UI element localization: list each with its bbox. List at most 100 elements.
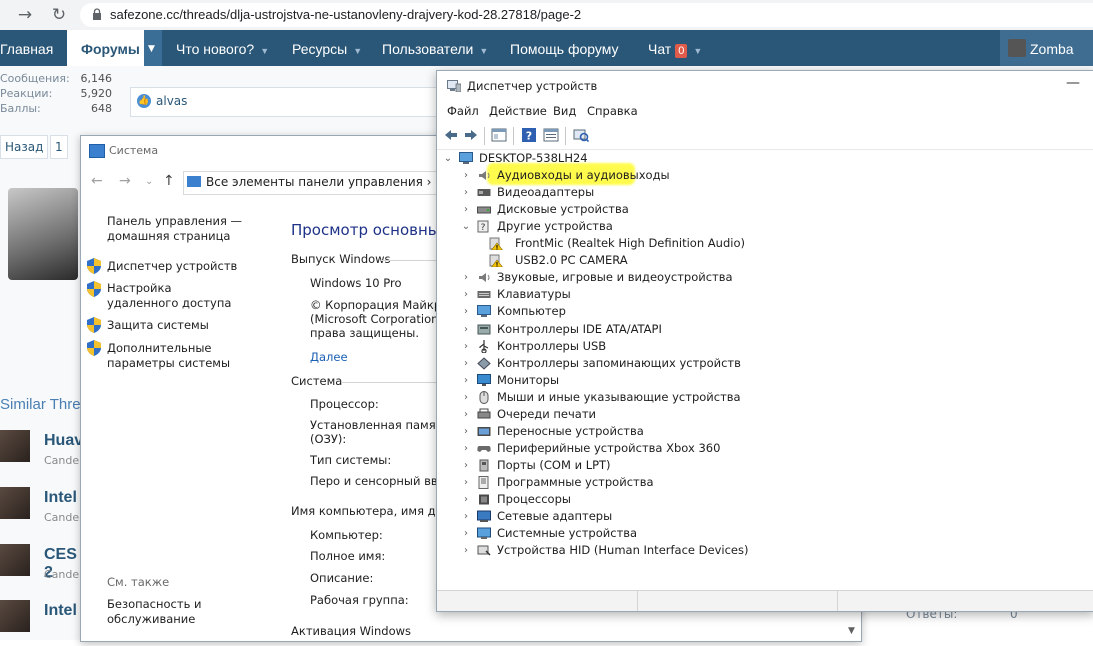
control-panel-icon bbox=[187, 176, 201, 187]
unknown-device-icon: ? bbox=[477, 220, 489, 233]
copyright-line: (Microsoft Corporation), bbox=[310, 312, 447, 326]
status-cell bbox=[637, 591, 838, 611]
menu-action[interactable]: Действие bbox=[489, 104, 547, 118]
nav-chat[interactable]: Чат 0 ▼ bbox=[648, 30, 702, 66]
chevron-right-icon[interactable]: › bbox=[461, 406, 471, 423]
chevron-right-icon[interactable]: › bbox=[461, 321, 471, 338]
window-title: Диспетчер устройств bbox=[467, 79, 598, 93]
pager-prev-button[interactable]: Назад bbox=[0, 135, 49, 159]
window-title: Система bbox=[109, 144, 159, 157]
nav-help[interactable]: Помощь форуму bbox=[510, 30, 619, 66]
control-panel-home-link[interactable]: Панель управления — домашняя страница bbox=[107, 214, 277, 244]
thread-title[interactable]: Intel bbox=[44, 489, 77, 507]
tree-label: Мониторы bbox=[497, 373, 560, 387]
address-bar[interactable]: safezone.cc/threads/dlja-ustrojstva-ne-u… bbox=[80, 3, 1093, 27]
back-arrow-icon[interactable]: ← bbox=[91, 173, 103, 189]
chevron-right-icon[interactable]: › bbox=[461, 167, 471, 184]
chevron-right-icon[interactable]: › bbox=[461, 372, 471, 389]
gamepad-icon bbox=[477, 446, 491, 452]
chevron-right-icon[interactable]: › bbox=[461, 508, 471, 525]
nav-members[interactable]: Пользователи ▼ bbox=[382, 30, 488, 66]
browser-forward-icon[interactable]: → bbox=[14, 4, 36, 26]
lock-icon bbox=[93, 8, 101, 20]
chevron-right-icon[interactable]: › bbox=[461, 491, 471, 508]
warning-device-icon: ! bbox=[489, 237, 503, 250]
scroll-down-icon[interactable]: ▼ bbox=[848, 626, 860, 640]
chevron-down-icon[interactable]: ⌄ bbox=[461, 218, 471, 235]
chevron-right-icon[interactable]: › bbox=[461, 525, 471, 542]
properties-view-icon[interactable] bbox=[491, 127, 507, 143]
divider bbox=[565, 127, 566, 145]
view-resources-icon[interactable] bbox=[543, 127, 559, 143]
similar-thread-item[interactable]: Huav Candel bbox=[0, 430, 83, 476]
sidebar-link-remote[interactable]: Настройка удаленного доступа bbox=[107, 281, 237, 311]
reaction-user-link[interactable]: alvas bbox=[156, 94, 187, 108]
chevron-right-icon[interactable]: › bbox=[461, 457, 471, 474]
chevron-right-icon[interactable]: › bbox=[461, 269, 471, 286]
chevron-right-icon[interactable]: › bbox=[461, 423, 471, 440]
see-also-security-link[interactable]: Безопасность и обслуживание bbox=[107, 597, 217, 627]
tree-label: Периферийные устройства Xbox 360 bbox=[497, 441, 721, 455]
similar-thread-item[interactable]: CES 2 Candel bbox=[0, 544, 82, 590]
chevron-right-icon[interactable]: › bbox=[461, 542, 471, 559]
chevron-right-icon[interactable]: › bbox=[461, 286, 471, 303]
chevron-right-icon[interactable]: › bbox=[461, 474, 471, 491]
menu-view[interactable]: Вид bbox=[553, 104, 576, 118]
menu-help[interactable]: Справка bbox=[587, 104, 638, 118]
help-icon[interactable]: ? bbox=[521, 127, 537, 143]
chevron-down-icon: ▼ bbox=[260, 46, 270, 56]
chevron-right-icon[interactable]: › bbox=[461, 338, 471, 355]
similar-thread-item[interactable]: Intel bbox=[0, 600, 80, 646]
chevron-down-icon[interactable]: ⌄ bbox=[145, 176, 153, 187]
chevron-right-icon[interactable]: › bbox=[461, 355, 471, 372]
pager-page-1[interactable]: 1 bbox=[50, 135, 68, 159]
nav-resources[interactable]: Ресурсы ▼ bbox=[292, 30, 362, 66]
tree-label: USB2.0 PC CAMERA bbox=[515, 253, 628, 267]
minimize-button[interactable]: — bbox=[1063, 75, 1083, 95]
usb-icon bbox=[479, 340, 489, 353]
stat-reactions: Реакции: 5,920 bbox=[0, 87, 112, 100]
chevron-right-icon[interactable]: › bbox=[461, 303, 471, 320]
see-also-heading: См. также bbox=[107, 575, 170, 589]
nav-whats-new[interactable]: Что нового? ▼ bbox=[176, 30, 269, 66]
tree-label: Другие устройства bbox=[497, 219, 613, 233]
forward-arrow-icon[interactable]: → bbox=[119, 173, 131, 189]
shield-icon bbox=[87, 340, 101, 356]
avatar bbox=[0, 600, 30, 632]
nav-forums[interactable]: Форумы bbox=[67, 30, 144, 66]
forward-arrow-icon[interactable] bbox=[463, 127, 479, 143]
tree-label: Клавиатуры bbox=[497, 287, 571, 301]
avatar bbox=[0, 487, 30, 519]
up-arrow-icon[interactable]: ↑ bbox=[163, 173, 175, 189]
back-arrow-icon[interactable] bbox=[443, 127, 459, 143]
chevron-right-icon[interactable]: › bbox=[461, 201, 471, 218]
chevron-down-icon[interactable]: ⌄ bbox=[443, 150, 453, 167]
shield-icon bbox=[87, 317, 101, 333]
thread-title[interactable]: Huav bbox=[44, 432, 83, 450]
similar-thread-item[interactable]: Intel Candel bbox=[0, 487, 82, 533]
user-menu[interactable]: Zomba bbox=[1000, 30, 1093, 66]
breadcrumb-text: Все элементы панели управления › Си bbox=[206, 175, 452, 189]
sidebar-link-advanced[interactable]: Дополнительные параметры системы bbox=[107, 341, 267, 371]
browser-reload-icon[interactable]: ↻ bbox=[48, 4, 70, 26]
chevron-right-icon[interactable]: › bbox=[461, 440, 471, 457]
device-manager-titlebar[interactable]: Диспетчер устройств — bbox=[437, 71, 1093, 101]
keyboard-icon bbox=[477, 291, 491, 298]
chevron-right-icon[interactable]: › bbox=[461, 389, 471, 406]
nav-home[interactable]: Главная bbox=[0, 30, 53, 66]
chevron-down-icon: ▼ bbox=[693, 46, 703, 56]
scan-hardware-icon[interactable] bbox=[573, 127, 589, 143]
workgroup-label: Рабочая группа: bbox=[310, 593, 409, 607]
thread-title[interactable]: Intel bbox=[44, 602, 77, 620]
nav-forums-dropdown[interactable]: ▼ bbox=[144, 30, 162, 66]
sidebar-link-device-manager[interactable]: Диспетчер устройств bbox=[107, 259, 277, 274]
menu-file[interactable]: Файл bbox=[447, 104, 479, 118]
reactions-box: 👍 alvas bbox=[130, 87, 442, 117]
sidebar-link-protection[interactable]: Защита системы bbox=[107, 318, 277, 333]
printer-icon bbox=[477, 408, 491, 419]
status-cell bbox=[437, 591, 638, 611]
author-avatar[interactable] bbox=[8, 188, 78, 280]
display-adapter-icon bbox=[477, 189, 491, 196]
chevron-right-icon[interactable]: › bbox=[461, 184, 471, 201]
more-link[interactable]: Далее bbox=[310, 350, 348, 365]
